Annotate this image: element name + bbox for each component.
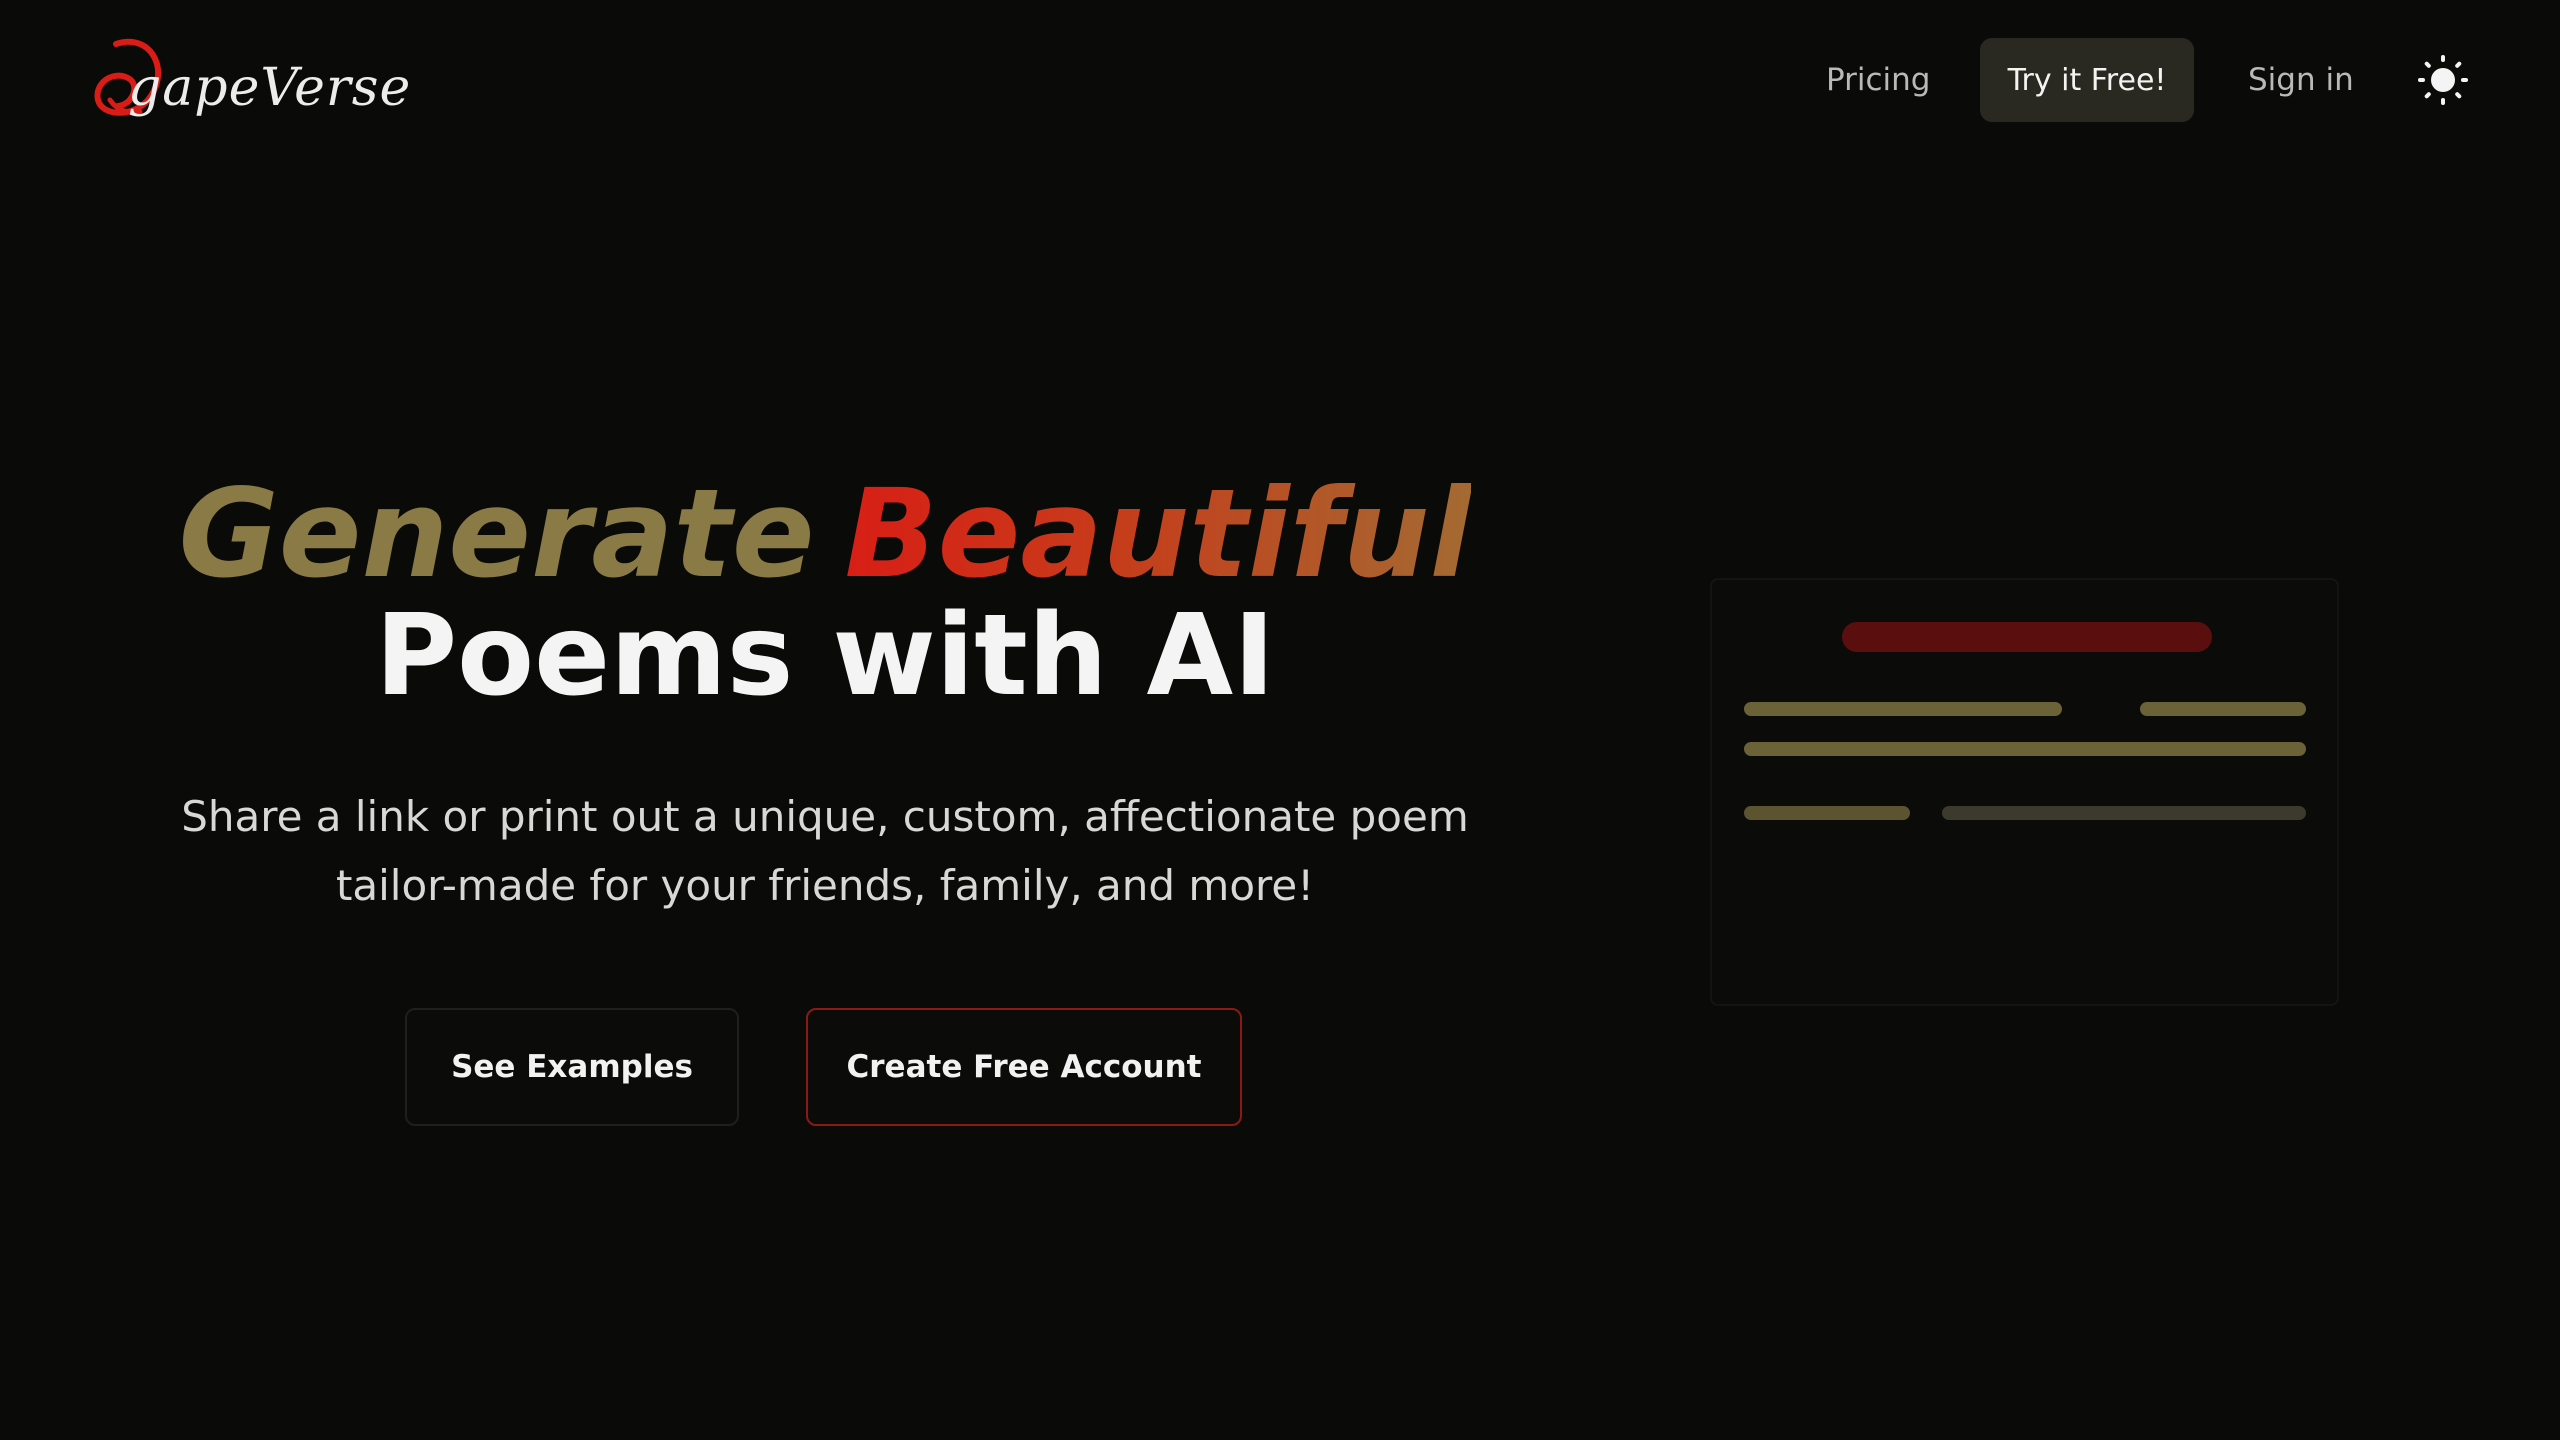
headline-word-generate: Generate: [178, 463, 815, 605]
sun-icon: [2418, 55, 2468, 105]
preview-line-placeholder: [2140, 702, 2306, 716]
hero-section: Generate Beautiful Poems with AI Share a …: [120, 470, 1530, 1128]
hero-headline: Generate Beautiful Poems with AI: [120, 470, 1530, 714]
poem-preview-card: [1710, 578, 2339, 1006]
nav-sign-in-link[interactable]: Sign in: [2248, 38, 2354, 122]
landing-page: gapeVerse Pricing Try it Free! Sign in G…: [0, 0, 2560, 1440]
logo-text: gapeVerse: [128, 58, 412, 118]
theme-toggle-button[interactable]: [2418, 55, 2468, 105]
preview-line-placeholder: [1744, 742, 2306, 756]
agapeverse-logo[interactable]: gapeVerse: [88, 30, 410, 130]
try-free-button[interactable]: Try it Free!: [1980, 38, 2194, 122]
cta-buttons: See Examples Create Free Account: [120, 1008, 1530, 1128]
nav-pricing-link[interactable]: Pricing: [1826, 38, 1931, 122]
headline-line-2: Poems with AI: [375, 591, 1275, 721]
headline-word-beautiful: Beautiful: [844, 463, 1472, 605]
preview-title-placeholder: [1842, 622, 2212, 652]
create-account-button[interactable]: Create Free Account: [806, 1008, 1242, 1126]
preview-line-placeholder: [1744, 806, 1910, 820]
see-examples-button[interactable]: See Examples: [405, 1008, 739, 1126]
headline-line-1: Generate Beautiful: [120, 470, 1530, 598]
preview-line-placeholder: [1744, 702, 2062, 716]
preview-line-placeholder: [1942, 806, 2306, 820]
hero-subtitle: Share a link or print out a unique, cust…: [181, 792, 1469, 910]
